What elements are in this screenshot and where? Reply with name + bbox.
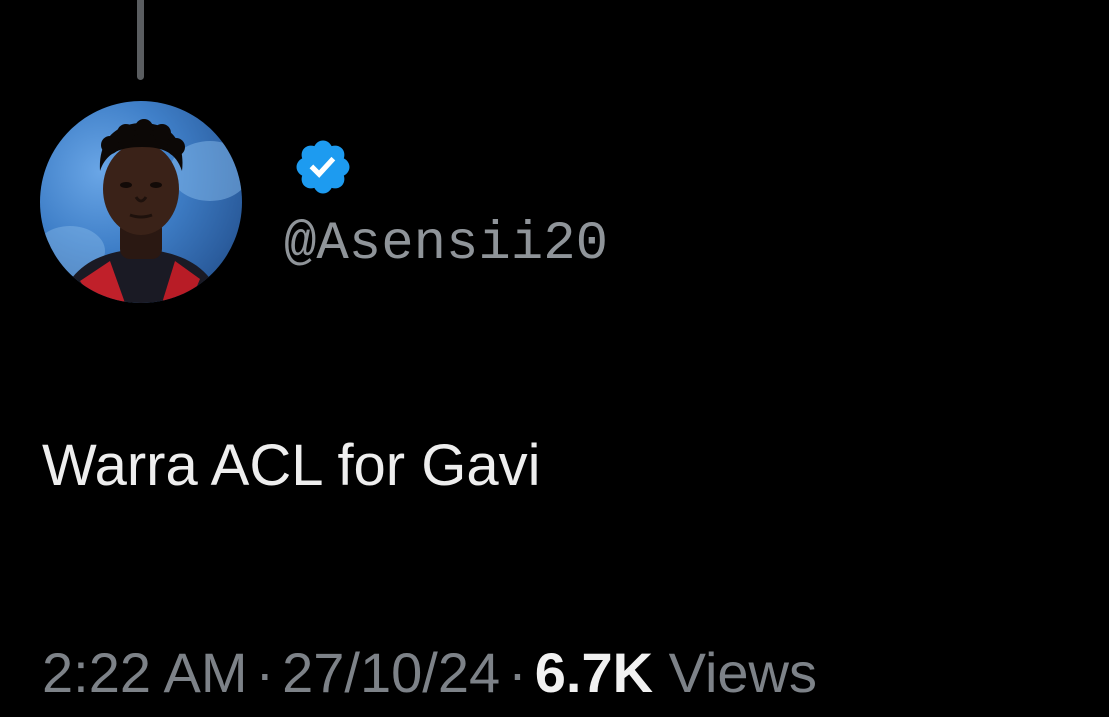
tweet-text: Warra ACL for Gavi bbox=[42, 433, 541, 498]
avatar[interactable] bbox=[40, 101, 242, 303]
meta-separator: · bbox=[255, 641, 275, 704]
tweet-metadata: 2:22 AM · 27/10/24 · 6.7K Views bbox=[42, 645, 817, 701]
user-handle[interactable]: @Asensii20 bbox=[284, 218, 608, 272]
tweet-date[interactable]: 27/10/24 bbox=[282, 641, 500, 704]
verified-badge-icon bbox=[292, 136, 354, 198]
views-label: Views bbox=[668, 641, 817, 704]
avatar-image bbox=[40, 119, 242, 303]
thread-connector-line bbox=[137, 0, 144, 80]
views-count[interactable]: 6.7K bbox=[535, 641, 653, 704]
meta-separator: · bbox=[508, 641, 527, 704]
tweet-time[interactable]: 2:22 AM bbox=[42, 641, 247, 704]
